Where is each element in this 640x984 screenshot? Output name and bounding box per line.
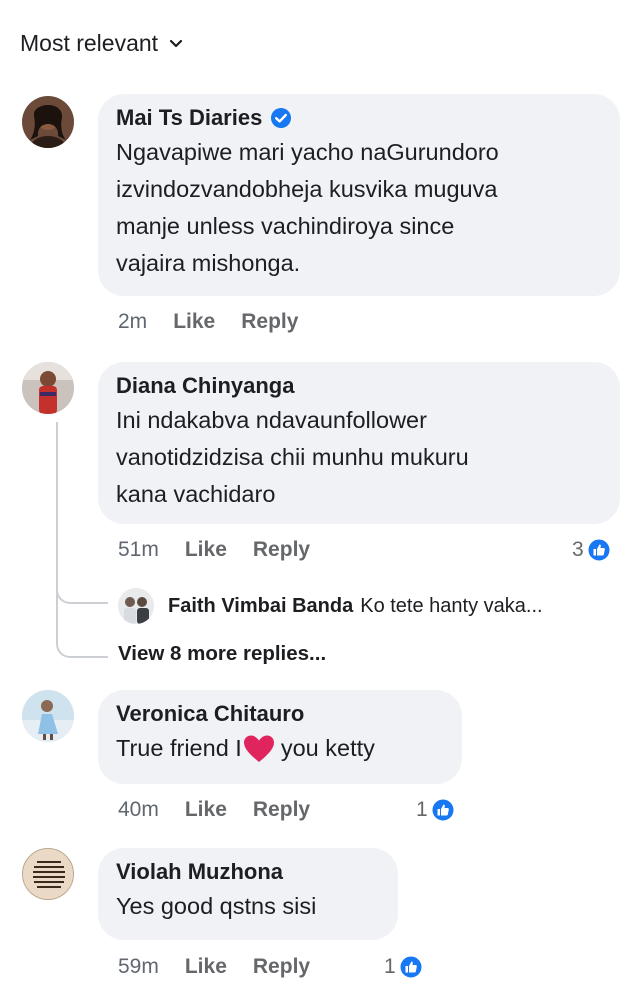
comment-bubble: Veronica Chitauro True friend I you kett… <box>98 690 462 784</box>
sort-label: Most relevant <box>20 30 159 56</box>
avatar[interactable] <box>118 588 154 624</box>
heart-emoji-icon <box>243 735 274 762</box>
comment-text: Yes good qstns sisi <box>116 893 317 919</box>
comment-text: Ngavapiwe mari yacho naGurundoro izvindo… <box>116 139 499 276</box>
thread-connector <box>56 620 108 658</box>
chevron-down-icon <box>169 39 183 47</box>
comment-author[interactable]: Veronica Chitauro <box>116 700 442 728</box>
comment-time[interactable]: 59m <box>118 955 159 979</box>
comment-bubble: Mai Ts Diaries Ngavapiwe mari yacho naGu… <box>98 94 620 296</box>
comment-author[interactable]: Mai Ts Diaries <box>116 104 600 132</box>
comment-actions: 51m Like Reply <box>118 538 336 562</box>
reply-button[interactable]: Reply <box>241 310 298 334</box>
like-reaction-icon <box>399 955 423 979</box>
like-reaction-icon <box>587 538 611 562</box>
view-more-replies-button[interactable]: View 8 more replies... <box>118 642 326 666</box>
comment-author[interactable]: Violah Muzhona <box>116 858 378 886</box>
comment-author[interactable]: Diana Chinyanga <box>116 372 600 400</box>
reply-author[interactable]: Faith Vimbai Banda <box>168 595 353 618</box>
avatar[interactable] <box>22 848 74 900</box>
comment-time[interactable]: 2m <box>118 310 147 334</box>
like-button[interactable]: Like <box>185 955 227 979</box>
reply-text: Ko tete hanty vaka... <box>360 594 543 617</box>
comment-time[interactable]: 51m <box>118 538 159 562</box>
comment-text: True friend I you ketty <box>116 730 442 767</box>
avatar[interactable] <box>22 690 74 742</box>
comment-actions: 40m Like Reply <box>118 798 336 822</box>
verified-badge-icon <box>271 108 292 128</box>
comment-actions: 2m Like Reply <box>118 310 324 334</box>
comment-time[interactable]: 40m <box>118 798 159 822</box>
reply-preview[interactable]: Faith Vimbai Banda Ko tete hanty vaka... <box>118 588 543 624</box>
thread-connector <box>56 578 108 604</box>
reaction-count[interactable]: 1 <box>416 798 455 822</box>
like-reaction-icon <box>431 798 455 822</box>
reply-button[interactable]: Reply <box>253 798 310 822</box>
reply-button[interactable]: Reply <box>253 538 310 562</box>
reply-button[interactable]: Reply <box>253 955 310 979</box>
like-button[interactable]: Like <box>185 798 227 822</box>
like-button[interactable]: Like <box>173 310 215 334</box>
avatar[interactable] <box>22 96 74 148</box>
sort-dropdown[interactable]: Most relevant <box>20 30 184 57</box>
comment-bubble: Violah Muzhona Yes good qstns sisi <box>98 848 398 940</box>
comment-bubble: Diana Chinyanga Ini ndakabva ndavaunfoll… <box>98 362 620 524</box>
comment-text: Ini ndakabva ndavaunfollower vanotidzidz… <box>116 407 469 507</box>
avatar[interactable] <box>22 362 74 414</box>
like-button[interactable]: Like <box>185 538 227 562</box>
reaction-count[interactable]: 3 <box>572 538 611 562</box>
comment-actions: 59m Like Reply <box>118 955 336 979</box>
reaction-count[interactable]: 1 <box>384 955 423 979</box>
